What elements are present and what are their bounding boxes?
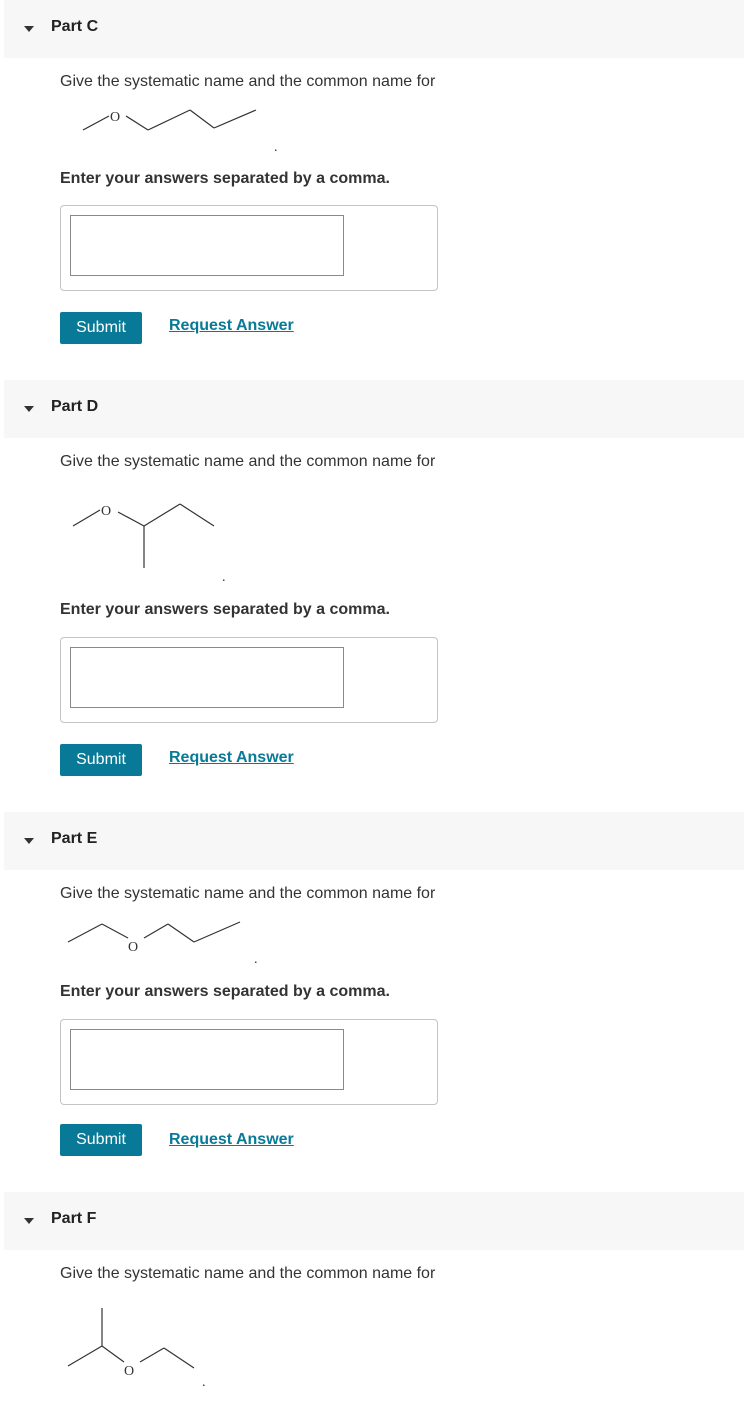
answer-instruction: Enter your answers separated by a comma. [60,983,390,1000]
question-prompt: Give the systematic name and the common … [60,885,436,902]
answer-input[interactable] [70,1029,344,1090]
part-e-header[interactable]: Part E [4,812,744,870]
answer-instruction: Enter your answers separated by a comma. [60,601,390,618]
period-mark: . [254,952,258,967]
question-prompt: Give the systematic name and the common … [60,1265,436,1282]
period-mark: . [202,1375,206,1390]
submit-button[interactable]: Submit [60,312,142,344]
answer-box [60,637,438,723]
molecule-structure: O . [72,503,226,585]
request-answer-link[interactable]: Request Answer [169,317,294,335]
molecule-structure: O . [67,1308,206,1390]
oxygen-atom-label: O [101,504,111,519]
answer-box [60,205,438,291]
molecule-structure: O . [82,109,278,155]
oxygen-atom-label: O [124,1364,134,1379]
request-answer-link[interactable]: Request Answer [169,749,294,767]
part-f-header[interactable]: Part F [4,1192,744,1250]
caret-down-icon[interactable] [24,406,34,412]
part-title: Part E [51,830,98,847]
request-answer-link[interactable]: Request Answer [169,1131,294,1149]
answer-input[interactable] [70,215,344,276]
question-prompt: Give the systematic name and the common … [60,453,436,470]
submit-button[interactable]: Submit [60,1124,142,1156]
molecule-structure: O . [67,921,258,967]
submit-button[interactable]: Submit [60,744,142,776]
part-c-header[interactable]: Part C [4,0,744,58]
part-title: Part F [51,1210,97,1227]
part-title: Part C [51,18,99,35]
answer-input[interactable] [70,647,344,708]
period-mark: . [274,140,278,155]
caret-down-icon[interactable] [24,838,34,844]
caret-down-icon[interactable] [24,1218,34,1224]
caret-down-icon[interactable] [24,26,34,32]
part-title: Part D [51,398,99,415]
answer-instruction: Enter your answers separated by a comma. [60,170,390,187]
oxygen-atom-label: O [110,110,120,125]
part-d-header[interactable]: Part D [4,380,744,438]
oxygen-atom-label: O [128,940,138,955]
answer-box [60,1019,438,1105]
period-mark: . [222,570,226,585]
question-prompt: Give the systematic name and the common … [60,73,436,90]
